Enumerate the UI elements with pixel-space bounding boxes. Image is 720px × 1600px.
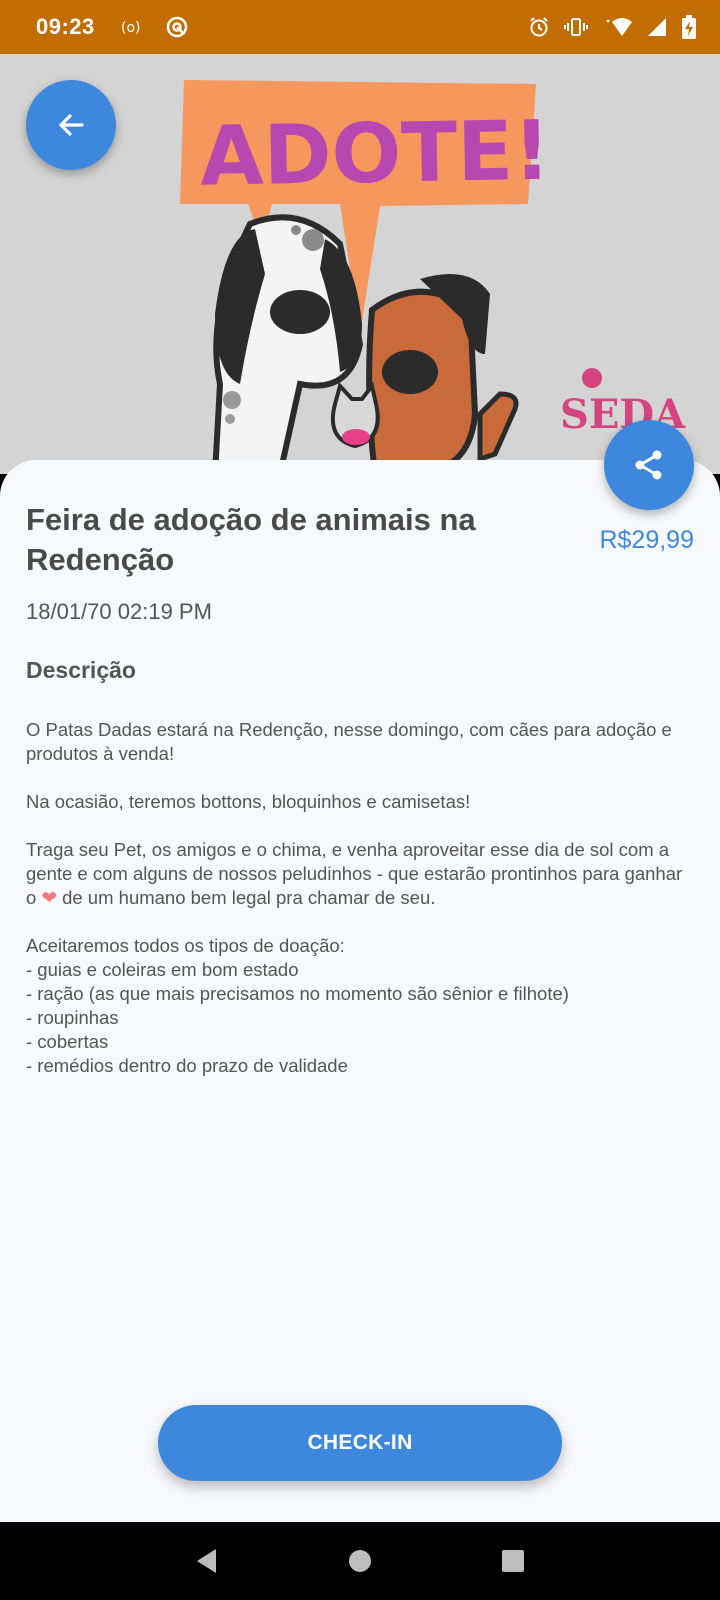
back-button[interactable] [26,80,116,170]
battery-charging-icon [682,15,696,39]
status-bar: 09:23 (o) [0,0,720,54]
arrow-left-icon [59,114,84,136]
description-text: de um humano bem legal pra chamar de seu… [56,887,436,908]
list-item: - remédios dentro do prazo de validade [26,1055,348,1076]
description-heading: Descrição [26,657,136,683]
signal-icon [646,16,668,38]
nav-home-button[interactable] [340,1541,380,1581]
alarm-icon [528,16,550,38]
nav-back-button[interactable] [187,1541,227,1581]
list-item: - ração (as que mais precisamos no momen… [26,983,569,1004]
checkin-button[interactable]: CHECK-IN [158,1405,562,1481]
description-paragraph: O Patas Dadas estará na Redenção, nesse … [26,719,672,764]
list-item: - cobertas [26,1031,109,1052]
donation-list-intro: Aceitaremos todos os tipos de doação: [26,935,345,956]
event-description: O Patas Dadas estará na Redenção, nesse … [26,718,696,1078]
svg-text:(o): (o) [121,20,141,36]
wifi-icon [602,16,632,38]
triangle-back-icon [196,1549,216,1573]
vpn-icon [165,15,189,39]
list-item: - guias e coleiras em bom estado [26,959,299,980]
share-icon [635,450,662,480]
status-time: 09:23 [36,14,95,39]
system-nav-bar [0,1522,720,1600]
vibrate-icon [564,16,588,38]
event-title: Feira de adoção de animais na Redenção [26,502,476,577]
event-date: 18/01/70 02:19 PM [26,599,212,624]
event-price: R$29,99 [599,526,694,554]
nav-recents-button[interactable] [493,1541,533,1581]
broadcast-icon: (o) [121,17,147,37]
heart-icon: ❤ [41,887,57,908]
share-button[interactable] [604,420,694,510]
circle-home-icon [348,1550,371,1572]
square-recents-icon [502,1550,525,1572]
list-item: - roupinhas [26,1007,119,1028]
description-paragraph: Na ocasião, teremos bottons, bloquinhos … [26,791,471,812]
donation-list: Aceitaremos todos os tipos de doação: - … [26,934,696,1078]
description-paragraph: Traga seu Pet, os amigos e o chima, e ve… [26,838,696,910]
